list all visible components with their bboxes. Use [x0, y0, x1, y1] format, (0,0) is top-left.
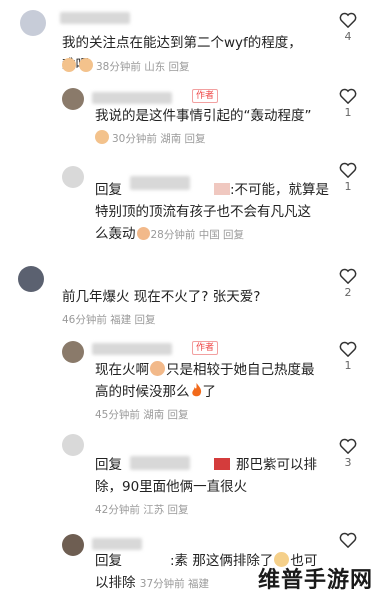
avatar[interactable]: [62, 88, 84, 110]
comment-meta[interactable]: 42分钟前 江苏 回复: [95, 502, 189, 517]
like-button[interactable]: 1: [337, 341, 359, 372]
like-button[interactable]: 1: [337, 162, 359, 193]
fire-icon: [191, 383, 201, 397]
emoji-icon: [79, 58, 93, 72]
like-button[interactable]: 2: [337, 268, 359, 299]
heart-icon: [339, 341, 357, 357]
comment-meta[interactable]: 38分钟前 山东 回复: [62, 58, 190, 74]
heart-icon: [339, 162, 357, 178]
like-count: 2: [344, 286, 352, 299]
like-count: 4: [344, 30, 352, 43]
comment-meta[interactable]: 45分钟前 湖南 回复: [95, 407, 189, 422]
comment-meta[interactable]: 46分钟前 福建 回复: [62, 312, 156, 327]
like-count: 1: [344, 359, 352, 372]
like-count: 1: [344, 180, 352, 193]
like-button[interactable]: 1: [337, 88, 359, 119]
comment-text: 现在火啊 只是相较于她自己热度最: [95, 361, 315, 378]
comment-text: 高的时候没那么了: [95, 383, 216, 400]
username-blur: [92, 538, 142, 550]
heart-icon: [339, 12, 357, 28]
author-badge: 作者: [192, 341, 219, 355]
comment-text: 特别顶的顶流有孩子也不会有凡凡这: [95, 204, 311, 220]
emoji-icon: [136, 227, 150, 240]
heart-icon: [339, 532, 357, 548]
like-count: 3: [344, 456, 352, 469]
comment-text: 回复 那巴紫可以排: [95, 457, 317, 473]
heart-icon: [339, 438, 357, 454]
avatar[interactable]: [20, 10, 46, 36]
watermark-logo: 维普手游网: [257, 568, 373, 593]
emoji-icon: [95, 130, 109, 144]
comment-text: 回复:不可能，就算是: [95, 182, 330, 198]
like-button[interactable]: [337, 532, 359, 548]
avatar[interactable]: [62, 341, 84, 363]
comment-meta[interactable]: 30分钟前 湖南 回复: [95, 130, 206, 146]
emoji-icon: [150, 361, 165, 376]
comment-text: 前几年爆火 现在不火了? 张天爱?: [62, 289, 261, 305]
heart-icon: [339, 88, 357, 104]
avatar[interactable]: [62, 166, 84, 188]
avatar[interactable]: [62, 534, 84, 556]
avatar[interactable]: [18, 266, 44, 292]
username-blur: [60, 12, 130, 24]
emoji-icon: [62, 58, 76, 72]
comment-text: 我说的是这件事情引起的“轰动程度”: [95, 108, 312, 124]
comment-text: 么轰动 28分钟前 中国 回复: [95, 226, 245, 242]
username-blur: [92, 92, 172, 104]
comment-text: 以排除 37分钟前 福建: [95, 575, 209, 591]
author-badge: 作者: [192, 89, 219, 103]
username-blur: [92, 343, 172, 355]
like-button[interactable]: 4: [337, 12, 359, 43]
heart-icon: [339, 268, 357, 284]
like-button[interactable]: 3: [337, 438, 359, 469]
like-count: 1: [344, 106, 352, 119]
comment-text: 除，90里面他俩一直很火: [95, 479, 248, 495]
avatar[interactable]: [62, 434, 84, 456]
